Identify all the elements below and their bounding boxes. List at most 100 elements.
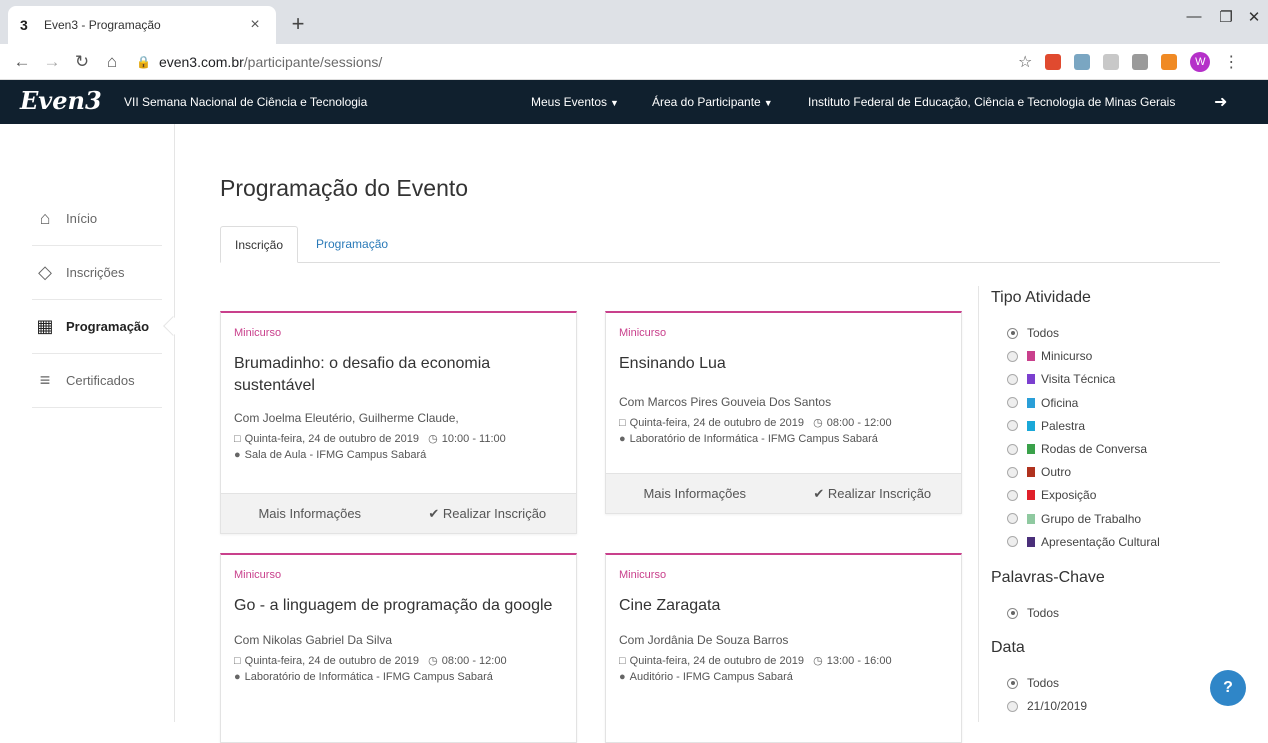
tab-title: Even3 - Programação <box>44 18 161 32</box>
extension-icon[interactable] <box>1045 54 1062 70</box>
clock-icon: ◷ <box>428 433 438 445</box>
clock-icon: ◷ <box>813 655 823 667</box>
filter-option-activity-type[interactable]: Outro <box>1007 465 1071 479</box>
sidebar-item-inicio[interactable]: ⌂ Início <box>32 192 162 246</box>
radio-button[interactable] <box>1007 373 1018 385</box>
site-logo[interactable]: Even3 <box>20 86 102 115</box>
session-location: Auditório - IFMG Campus Sabará <box>629 671 793 683</box>
filter-option-activity-type[interactable]: Exposição <box>1007 488 1096 502</box>
radio-button[interactable] <box>1007 443 1018 455</box>
radio-button[interactable] <box>1007 700 1018 712</box>
session-location-row: ● Laboratório de Informática - IFMG Campu… <box>234 671 563 683</box>
ticket-icon: ◇ <box>38 262 52 282</box>
filter-option-date[interactable]: 21/10/2019 <box>1007 699 1087 713</box>
filter-option-date-all[interactable]: Todos <box>1007 676 1059 690</box>
enroll-button[interactable]: ✔ Realizar Inscrição <box>399 506 577 522</box>
filter-option-activity-type[interactable]: Grupo de Trabalho <box>1007 512 1141 526</box>
radio-button[interactable] <box>1007 420 1018 432</box>
nav-participant-area[interactable]: Área do Participante ▼ <box>652 95 773 109</box>
new-tab-button[interactable]: + <box>284 10 312 38</box>
session-speakers: Com Jordânia De Souza Barros <box>619 633 789 647</box>
filter-option-label: Minicurso <box>1041 349 1093 364</box>
session-time: 08:00 - 12:00 <box>826 417 892 429</box>
nav-institution[interactable]: Instituto Federal de Educação, Ciência e… <box>808 95 1175 109</box>
session-date: Quinta-feira, 24 de outubro de 2019 <box>629 417 804 429</box>
back-icon[interactable]: ← <box>10 50 34 74</box>
session-schedule: □ Quinta-feira, 24 de outubro de 2019 ◷ 10… <box>234 432 563 445</box>
session-date: Quinta-feira, 24 de outubro de 2019 <box>629 655 804 667</box>
browser-tabstrip: 3 Even3 - Programação × + — ❐ ✕ <box>0 0 1268 44</box>
filter-option-label: Palestra <box>1041 418 1086 433</box>
session-speakers: Com Joelma Eleutério, Guilherme Claude, <box>234 411 459 425</box>
session-type: Minicurso <box>619 569 667 581</box>
restore-icon[interactable]: ❐ <box>1212 8 1240 26</box>
bookmark-star-icon[interactable]: ☆ <box>1018 52 1032 72</box>
filter-option-activity-type[interactable]: Todos <box>1007 326 1059 340</box>
help-chat-icon[interactable]: ? <box>1210 670 1246 706</box>
tab-programacao[interactable]: Programação <box>302 226 402 263</box>
filter-option-activity-type[interactable]: Minicurso <box>1007 349 1092 363</box>
address-bar[interactable]: 🔒 even3.com.br/participante/sessions/ <box>136 49 1016 75</box>
radio-button[interactable] <box>1007 677 1018 689</box>
minimize-icon[interactable]: — <box>1180 8 1208 25</box>
session-schedule: □ Quinta-feira, 24 de outubro de 2019 ◷ 13… <box>619 654 948 667</box>
location-pin-icon: ● <box>619 433 626 445</box>
more-info-button[interactable]: Mais Informações <box>606 486 784 501</box>
radio-button[interactable] <box>1007 536 1018 548</box>
radio-button[interactable] <box>1007 397 1018 409</box>
session-title: Ensinando Lua <box>619 355 726 372</box>
filter-option-activity-type[interactable]: Oficina <box>1007 396 1078 410</box>
tab-close-icon[interactable]: × <box>246 16 264 34</box>
sidebar-item-inscricoes[interactable]: ◇ Inscrições <box>32 246 162 300</box>
sidebar-item-programacao[interactable]: ▦ Programação <box>32 300 162 354</box>
session-location-row: ● Laboratório de Informática - IFMG Campu… <box>619 433 948 445</box>
session-time: 10:00 - 11:00 <box>441 433 506 445</box>
event-name[interactable]: VII Semana Nacional de Ciência e Tecnolo… <box>124 95 367 109</box>
radio-button[interactable] <box>1007 489 1018 501</box>
filter-option-label: Exposição <box>1041 488 1097 503</box>
page-title: Programação do Evento <box>220 175 469 201</box>
session-date: Quinta-feira, 24 de outubro de 2019 <box>244 655 419 667</box>
filter-option-label: Oficina <box>1041 395 1079 410</box>
color-swatch <box>1027 444 1035 454</box>
filter-option-activity-type[interactable]: Apresentação Cultural <box>1007 535 1160 549</box>
color-swatch <box>1027 513 1035 524</box>
extension-icon[interactable] <box>1132 54 1149 70</box>
lock-icon: 🔒 <box>136 55 151 69</box>
extension-icon[interactable] <box>1103 54 1120 70</box>
logout-icon[interactable]: ➜ <box>1214 92 1227 112</box>
radio-button[interactable] <box>1007 327 1018 339</box>
session-card: Minicurso Ensinando Lua Com Marcos Pires… <box>605 311 962 514</box>
calendar-small-icon: □ <box>234 655 241 667</box>
clock-icon: ◷ <box>813 417 823 429</box>
filter-option-activity-type[interactable]: Palestra <box>1007 419 1085 433</box>
filter-option-keywords-all[interactable]: Todos <box>1007 606 1059 620</box>
more-info-button[interactable]: Mais Informações <box>221 506 399 521</box>
radio-button[interactable] <box>1007 466 1018 478</box>
browser-tab[interactable]: 3 Even3 - Programação × <box>8 6 276 44</box>
filter-option-activity-type[interactable]: Rodas de Conversa <box>1007 442 1147 456</box>
forward-icon[interactable]: → <box>40 50 64 74</box>
profile-avatar[interactable]: W <box>1190 52 1211 72</box>
enroll-label: Realizar Inscrição <box>442 505 547 521</box>
sidebar-item-certificados[interactable]: ≡ Certificados <box>32 354 162 408</box>
extension-icon[interactable] <box>1074 54 1091 70</box>
enroll-button[interactable]: ✔ Realizar Inscrição <box>784 486 962 502</box>
menu-kebab-icon[interactable]: ⋮ <box>1223 52 1239 72</box>
session-location-row: ● Sala de Aula - IFMG Campus Sabará <box>234 449 563 461</box>
filter-option-activity-type[interactable]: Visita Técnica <box>1007 372 1115 386</box>
home-button-icon[interactable]: ⌂ <box>100 50 124 74</box>
reload-icon[interactable]: ↻ <box>70 50 94 74</box>
radio-button[interactable] <box>1007 350 1018 362</box>
tab-inscricao[interactable]: Inscrição <box>220 226 299 263</box>
close-window-icon[interactable]: ✕ <box>1240 8 1268 26</box>
radio-button[interactable] <box>1007 607 1018 619</box>
color-swatch <box>1027 397 1035 408</box>
extension-icon[interactable] <box>1161 54 1178 70</box>
session-schedule: □ Quinta-feira, 24 de outubro de 2019 ◷ 08… <box>619 416 948 429</box>
radio-button[interactable] <box>1007 513 1018 525</box>
content-tabs: Inscrição Programação <box>220 226 1220 263</box>
nav-my-events[interactable]: Meus Eventos ▼ <box>531 95 619 109</box>
color-swatch <box>1027 374 1035 385</box>
filter-heading-date: Data <box>991 639 1025 656</box>
